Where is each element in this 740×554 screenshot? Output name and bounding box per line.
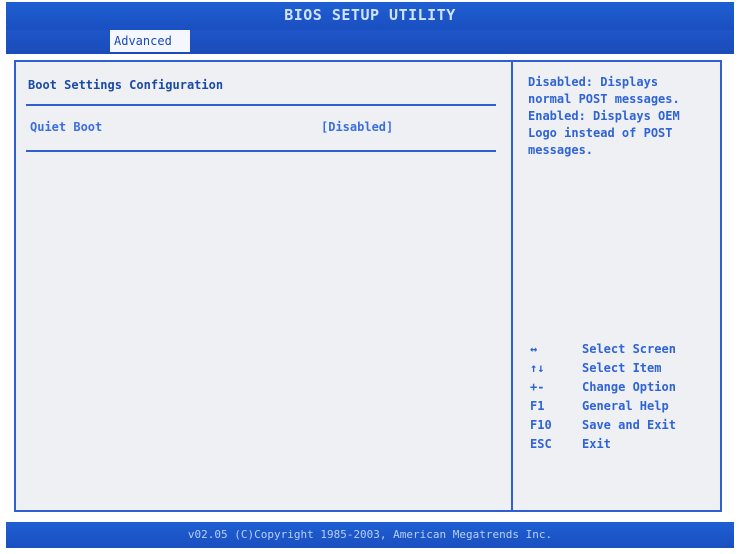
vertical-divider xyxy=(511,62,513,510)
bios-screen: BIOS SETUP UTILITY Advanced Boot Setting… xyxy=(0,0,740,554)
key-row: ↑↓ Select Item xyxy=(530,359,720,378)
key-row: F10 Save and Exit xyxy=(530,416,720,435)
help-line: Disabled: Displays xyxy=(528,75,659,89)
tab-advanced[interactable]: Advanced xyxy=(110,30,190,52)
plus-minus-icon: +- xyxy=(530,380,545,394)
key-desc: Exit xyxy=(582,437,611,451)
help-line: messages. xyxy=(528,143,594,157)
arrow-ud-icon: ↑↓ xyxy=(530,361,545,375)
help-line: Logo instead of POST xyxy=(528,126,673,140)
help-line: normal POST messages. xyxy=(528,92,680,106)
key-legend: ↔ Select Screen ↑↓ Select Item +- Change… xyxy=(530,340,720,454)
setting-quiet-boot-value[interactable]: [Disabled] xyxy=(321,120,393,134)
help-text: Disabled: Displays normal POST messages.… xyxy=(528,74,718,159)
section-divider xyxy=(26,104,496,106)
key-desc: Select Screen xyxy=(582,342,676,356)
key-desc: Select Item xyxy=(582,361,662,375)
title-bar: BIOS SETUP UTILITY xyxy=(6,2,734,30)
key-row: F1 General Help xyxy=(530,397,720,416)
copyright-text: v02.05 (C)Copyright 1985-2003, American … xyxy=(187,528,553,541)
key-row: +- Change Option xyxy=(530,378,720,397)
help-line: Enabled: Displays OEM xyxy=(528,109,680,123)
key-desc: General Help xyxy=(582,399,669,413)
key-row: ↔ Select Screen xyxy=(530,340,720,359)
key-label: F1 xyxy=(530,399,545,413)
status-bar: v02.05 (C)Copyright 1985-2003, American … xyxy=(6,522,734,548)
main-panel: Boot Settings Configuration Quiet Boot [… xyxy=(14,60,722,512)
key-label: F10 xyxy=(530,418,552,432)
key-label: ESC xyxy=(530,437,552,451)
key-desc: Save and Exit xyxy=(582,418,676,432)
window-title: BIOS SETUP UTILITY xyxy=(284,6,456,24)
arrow-lr-icon: ↔ xyxy=(530,342,538,356)
key-desc: Change Option xyxy=(582,380,676,394)
key-row: ESC Exit xyxy=(530,435,720,454)
section-title: Boot Settings Configuration xyxy=(28,78,224,92)
setting-quiet-boot-label[interactable]: Quiet Boot xyxy=(30,120,102,134)
settings-divider xyxy=(26,150,496,152)
